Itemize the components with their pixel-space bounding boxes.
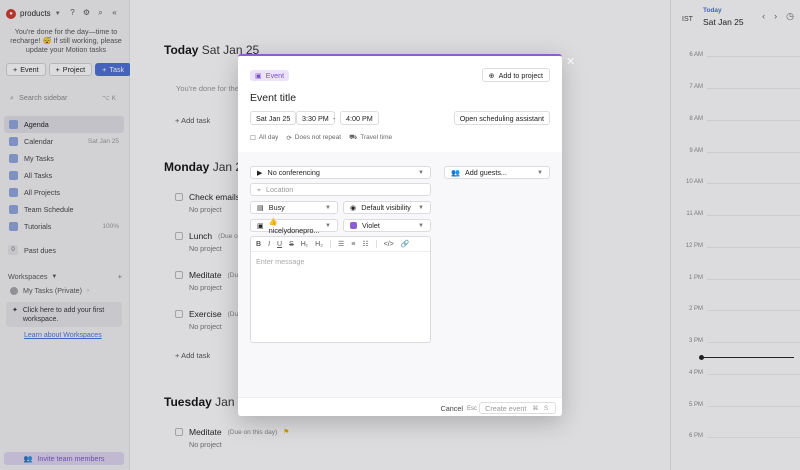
all-day-checkbox[interactable]: ☐ All day <box>250 133 278 142</box>
chevron-down-icon: ▼ <box>325 204 331 211</box>
travel-time-option[interactable]: ⛟ Travel time <box>349 133 392 142</box>
color-swatch-icon <box>350 222 357 229</box>
end-time-picker[interactable]: 4:00 PM <box>340 111 379 125</box>
chevron-down-icon: ▼ <box>418 169 424 176</box>
car-icon: ⛟ <box>349 134 358 141</box>
repeat-option[interactable]: ⟳ Does not repeat <box>286 133 341 142</box>
color-select[interactable]: Violet ▼ <box>343 219 431 232</box>
close-icon[interactable]: ✕ <box>566 55 575 68</box>
bold-icon[interactable]: B <box>256 241 261 248</box>
message-editor[interactable]: B I U S H₁ H₂ ☰ ≡ ☷ </> 🔗 Enter message <box>250 236 431 343</box>
eye-icon: ◉ <box>350 203 357 212</box>
event-date-picker[interactable]: Sat Jan 25 <box>250 111 297 125</box>
building-icon: ▤ <box>257 203 264 212</box>
calendar-icon: ▣ <box>257 221 264 230</box>
create-event-button[interactable]: Create event ⌘ S <box>479 402 556 414</box>
busy-select[interactable]: ▤ Busy ▼ <box>250 201 338 214</box>
heading1-icon[interactable]: H₁ <box>301 241 308 248</box>
heading2-icon[interactable]: H₂ <box>315 241 323 248</box>
cancel-button[interactable]: Cancel Esc <box>441 404 477 413</box>
chevron-down-icon: ▼ <box>418 222 424 229</box>
calendar-icon: ▣ <box>255 71 262 80</box>
checklist-icon[interactable]: ☷ <box>362 240 368 248</box>
chevron-down-icon: ▼ <box>537 169 543 176</box>
editor-toolbar: B I U S H₁ H₂ ☰ ≡ ☷ </> 🔗 <box>251 237 430 252</box>
numbered-list-icon[interactable]: ≡ <box>351 241 355 248</box>
cancel-shortcut: Esc <box>466 405 477 412</box>
strikethrough-icon[interactable]: S <box>289 241 294 248</box>
code-icon[interactable]: </> <box>384 241 394 248</box>
checkbox-icon: ☐ <box>250 134 256 142</box>
location-input[interactable]: ⌖ Location <box>250 183 431 196</box>
link-icon[interactable]: 🔗 <box>401 240 410 248</box>
bullet-list-icon[interactable]: ☰ <box>338 240 344 248</box>
visibility-select[interactable]: ◉ Default visibility ▼ <box>343 201 431 214</box>
repeat-icon: ⟳ <box>286 134 292 142</box>
video-icon: ▶ <box>257 168 263 177</box>
underline-icon[interactable]: U <box>277 241 282 248</box>
italic-icon[interactable]: I <box>268 241 270 248</box>
time-separator: - <box>333 114 336 123</box>
start-time-picker[interactable]: 3:30 PM <box>296 111 335 125</box>
create-shortcut: ⌘ S <box>532 405 550 412</box>
calendar-account-select[interactable]: ▣ 👍 nicelydonepro... ▼ <box>250 217 338 235</box>
people-icon: 👥 <box>451 168 460 177</box>
event-title-input[interactable]: Event title <box>250 92 296 104</box>
chevron-down-icon: ▼ <box>325 222 331 229</box>
plus-circle-icon: ⊕ <box>488 70 495 80</box>
add-to-project-button[interactable]: ⊕ Add to project <box>481 68 550 82</box>
scheduling-assistant-button[interactable]: Open scheduling assistant <box>453 111 550 125</box>
message-placeholder: Enter message <box>256 257 305 266</box>
event-type-chip[interactable]: ▣ Event <box>250 70 290 81</box>
event-modal: ▣ Event ⊕ Add to project Event title Sat… <box>238 54 562 416</box>
chevron-down-icon: ▼ <box>418 204 424 211</box>
conferencing-select[interactable]: ▶ No conferencing ▼ <box>250 166 431 179</box>
add-guests-select[interactable]: 👥 Add guests... ▼ <box>444 166 550 179</box>
location-pin-icon: ⌖ <box>257 184 262 194</box>
